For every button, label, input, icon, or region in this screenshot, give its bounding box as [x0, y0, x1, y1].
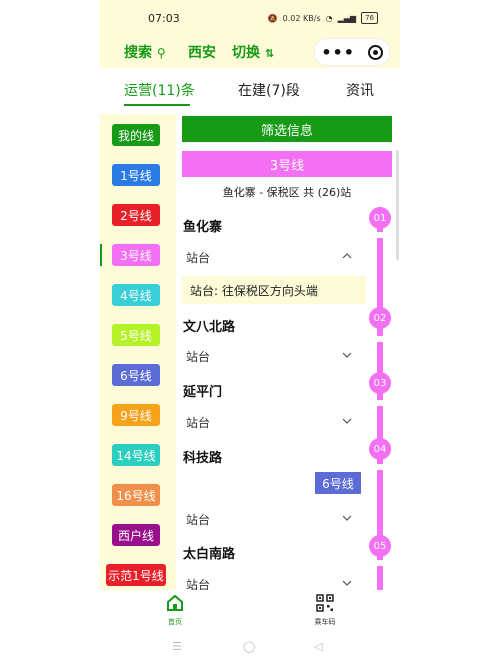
app-header: 搜索 ⚲ 西安 切换 ⇅ ••• [100, 38, 400, 68]
sidebar-item-line-14[interactable]: 14号线 [112, 444, 160, 466]
filter-button[interactable]: 筛选信息 [182, 116, 392, 142]
station-name: 太白南路 [183, 547, 236, 562]
sidebar-item-line-6[interactable]: 6号线 [112, 364, 160, 386]
station-index-badge: 04 [369, 438, 391, 460]
line-title-banner: 3号线 [182, 151, 392, 177]
swap-icon: ⇅ [264, 47, 275, 60]
track-gap [377, 400, 383, 406]
more-icon[interactable]: ••• [321, 43, 355, 62]
sidebar-item-line-3[interactable]: 3号线 [112, 244, 160, 266]
platform-toggle[interactable]: 站台 [186, 348, 210, 365]
tab-bar: 运营(11)条 在建(7)段 资讯 [100, 68, 400, 110]
station-name: 延平门 [183, 385, 223, 400]
miniapp-capsule: ••• [314, 38, 390, 66]
sidebar-item-line-1[interactable]: 1号线 [112, 164, 160, 186]
station-name: 文八北路 [183, 320, 236, 335]
chevron-down-icon[interactable] [342, 578, 352, 588]
search-label: 搜索 [124, 45, 152, 61]
track-gap [377, 336, 383, 342]
sidebar-item-line-5[interactable]: 5号线 [112, 324, 160, 346]
sidebar-item-my-lines[interactable]: 我的线 [112, 124, 160, 146]
system-nav-bar: ☰ ◯ ◁ [100, 636, 400, 659]
tab-under-construction[interactable]: 在建(7)段 [238, 80, 300, 100]
phone-screen: 07:03 🔕 0.02 KB/s ◔ ▂▄▆ 76 搜索 ⚲ 西安 切换 ⇅ … [100, 0, 400, 659]
station-name: 科技路 [183, 451, 223, 466]
sidebar-item-demo-line-1[interactable]: 示范1号线 [106, 564, 166, 586]
back-icon[interactable]: ◁ [314, 640, 322, 653]
tab-operating[interactable]: 运营(11)条 [124, 80, 195, 100]
network-speed: 0.02 KB/s [282, 13, 321, 23]
nav-ride-code-label: 乘车码 [314, 618, 336, 626]
platform-detail: 站台: 往保税区方向头端 [182, 276, 366, 304]
nav-home-label: 首页 [168, 618, 182, 626]
platform-toggle[interactable]: 站台 [186, 414, 210, 431]
transfer-line-badge[interactable]: 6号线 [315, 472, 361, 494]
station-index-badge: 05 [369, 535, 391, 557]
search-icon: ⚲ [156, 46, 166, 60]
switch-city-button[interactable]: 切换 ⇅ [232, 42, 274, 62]
platform-toggle[interactable]: 站台 [186, 511, 210, 528]
station-index-badge: 01 [369, 207, 391, 229]
search-button[interactable]: 搜索 ⚲ [124, 42, 166, 62]
platform-detail-text: 站台: 往保税区方向头端 [190, 284, 318, 298]
line-range-text: 鱼化寨 - 保税区 共 (26)站 [222, 186, 352, 199]
bottom-nav: 首页 乘车码 [100, 590, 400, 626]
station-index-badge: 03 [369, 372, 391, 394]
track-gap [377, 232, 383, 238]
chevron-up-icon[interactable] [342, 251, 352, 261]
mute-icon: 🔕 [267, 13, 278, 23]
battery-icon: 76 [361, 12, 378, 24]
switch-label: 切换 [232, 45, 260, 61]
home-icon [167, 594, 183, 611]
sidebar-item-xihu-line[interactable]: 西户线 [112, 524, 160, 546]
chevron-down-icon[interactable] [342, 416, 352, 426]
status-time: 07:03 [148, 12, 180, 25]
wifi-icon: ◔ [325, 13, 333, 23]
track-gap [377, 560, 383, 566]
sidebar-item-line-16[interactable]: 16号线 [112, 484, 160, 506]
qr-code-icon [316, 594, 334, 612]
station-index-badge: 02 [369, 307, 391, 329]
city-label[interactable]: 西安 [188, 42, 216, 62]
status-bar: 07:03 🔕 0.02 KB/s ◔ ▂▄▆ 76 [100, 0, 400, 38]
line-sidebar: 我的线 1号线 2号线 3号线 4号线 5号线 6号线 9号线 14号线 16号… [100, 114, 176, 592]
chevron-down-icon[interactable] [342, 513, 352, 523]
platform-toggle[interactable]: 站台 [186, 249, 210, 266]
menu-icon[interactable]: ☰ [172, 640, 182, 653]
active-tab-indicator [124, 104, 190, 106]
station-name: 鱼化寨 [183, 220, 223, 235]
close-miniapp-icon[interactable] [367, 44, 383, 60]
nav-home[interactable]: 首页 [155, 594, 195, 627]
status-icons: 🔕 0.02 KB/s ◔ ▂▄▆ 76 [268, 12, 378, 24]
sidebar-item-line-9[interactable]: 9号线 [112, 404, 160, 426]
home-circle-icon[interactable]: ◯ [243, 640, 255, 653]
sidebar-item-line-2[interactable]: 2号线 [112, 204, 160, 226]
signal-icon: ▂▄▆ [337, 13, 357, 23]
nav-ride-code[interactable]: 乘车码 [305, 594, 345, 627]
tab-news[interactable]: 资讯 [346, 80, 374, 100]
track-gap [377, 464, 383, 470]
chevron-down-icon[interactable] [342, 350, 352, 360]
active-line-indicator [100, 244, 102, 266]
scrollbar[interactable] [396, 150, 399, 260]
sidebar-item-line-4[interactable]: 4号线 [112, 284, 160, 306]
